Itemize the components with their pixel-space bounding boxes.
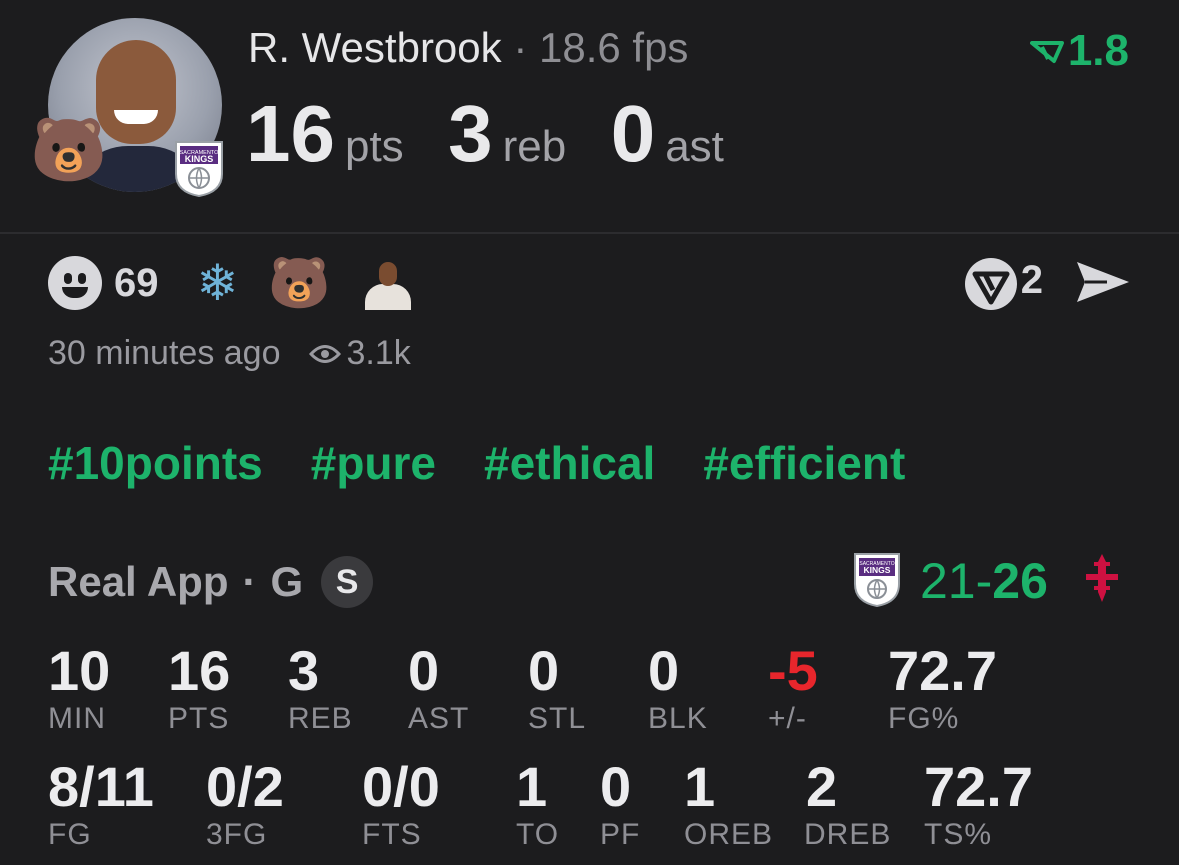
stat-label: FG: [48, 818, 92, 851]
view-count: 3.1k: [346, 334, 411, 372]
reb-value: 3: [448, 89, 493, 178]
send-icon[interactable]: [1073, 256, 1133, 308]
score-separator: -: [975, 553, 993, 609]
position-label: G: [270, 558, 304, 605]
score-away: 26: [992, 553, 1048, 609]
stat-label: BLK: [648, 702, 708, 735]
stat-ast: 0 AST: [408, 640, 469, 736]
snowflake-reaction-icon[interactable]: ❄: [197, 254, 239, 312]
headline-stats: 16 pts 3 reb 0 ast: [246, 88, 764, 180]
pts-value: 16: [246, 89, 335, 178]
stat-blk: 0 BLK: [648, 640, 708, 736]
stat-label: REB: [288, 702, 353, 735]
stat-value: 1: [516, 755, 548, 818]
stat-plus-minus: -5 +/-: [768, 640, 818, 736]
bear-reaction-icon[interactable]: 🐻: [268, 254, 330, 313]
stat-value: 1: [684, 755, 716, 818]
stat-label: TS%: [924, 818, 993, 851]
game-header: Real App · G S: [48, 556, 374, 608]
stat-value: 0: [528, 639, 560, 702]
hashtag-list: #10points #pure #ethical #efficient: [48, 436, 953, 490]
stat-label: FTS: [362, 818, 422, 851]
stat-label: TO: [516, 818, 560, 851]
reb-unit: reb: [502, 122, 567, 171]
ast-value: 0: [610, 89, 656, 178]
kings-logo-icon: SACRAMENTO KINGS: [175, 141, 223, 198]
stat-label: AST: [408, 702, 470, 735]
eye-icon: [308, 344, 341, 363]
app-name: Real App: [48, 558, 229, 605]
stat-label: +/-: [768, 702, 807, 735]
svg-text:KINGS: KINGS: [185, 154, 214, 164]
pts-unit: pts: [344, 122, 404, 171]
stat-stl: 0 STL: [528, 640, 586, 736]
stat-label: PTS: [168, 702, 230, 735]
hashtag[interactable]: #ethical: [484, 436, 655, 490]
bear-badge-icon: 🐻: [30, 116, 108, 185]
game-score[interactable]: 21-26: [920, 552, 1048, 610]
kings-logo-icon: SACRAMENTO KINGS: [854, 553, 900, 608]
stat-value: -5: [768, 639, 818, 702]
avatar-face: [96, 40, 176, 144]
stat-pf: 0 PF: [600, 756, 640, 852]
stat-fts: 0/0 FTS: [362, 756, 440, 852]
stat-fg-pct: 72.7 FG%: [888, 640, 997, 736]
stat-value: 10: [48, 639, 111, 702]
player-header: R. Westbrook · 18.6 fps: [248, 24, 688, 72]
separator-dot: ·: [242, 558, 257, 605]
stat-value: 0: [648, 639, 680, 702]
score-home: 21: [920, 553, 976, 609]
stat-reb: 3 REB: [288, 640, 353, 736]
hashtag[interactable]: #pure: [311, 436, 436, 490]
veto-icon[interactable]: [963, 256, 1019, 312]
stat-label: FG%: [888, 702, 960, 735]
stat-min: 10 MIN: [48, 640, 110, 736]
hashtag[interactable]: #efficient: [703, 436, 905, 490]
fps-value: 18.6 fps: [538, 24, 689, 71]
stat-label: OREB: [684, 818, 774, 851]
stat-3fg: 0/2 3FG: [206, 756, 284, 852]
stat-oreb: 1 OREB: [684, 756, 773, 852]
stat-value: 16: [168, 639, 231, 702]
stat-value: 3: [288, 639, 320, 702]
stat-ts-pct: 72.7 TS%: [924, 756, 1033, 852]
stat-pts: 16 PTS: [168, 640, 230, 736]
rockets-logo-icon: [1086, 554, 1118, 602]
stat-value: 0/0: [362, 755, 440, 818]
stat-value: 0: [408, 639, 440, 702]
stat-label: MIN: [48, 702, 106, 735]
rating-arrow-icon: [1029, 41, 1064, 64]
stat-value: 0: [600, 755, 632, 818]
stat-label: STL: [528, 702, 587, 735]
veto-count: 2: [1020, 258, 1043, 302]
starter-badge: S: [321, 556, 374, 608]
stat-value: 8/11: [48, 755, 154, 818]
ast-unit: ast: [665, 122, 724, 171]
player-name[interactable]: R. Westbrook: [248, 24, 502, 71]
stat-value: 0/2: [206, 755, 284, 818]
stat-dreb: 2 DREB: [804, 756, 891, 852]
section-divider: [0, 232, 1179, 234]
stat-label: DREB: [804, 818, 892, 851]
reactions-bar: 69 ❄ 🐻: [48, 254, 415, 312]
stat-fg: 8/11 FG: [48, 756, 154, 852]
stat-label: PF: [600, 818, 641, 851]
reaction-count: 69: [114, 260, 159, 305]
stat-value: 72.7: [924, 755, 1033, 818]
post-meta: 30 minutes ago 3.1k: [48, 334, 411, 373]
stat-label: 3FG: [206, 818, 268, 851]
smiley-reaction-icon[interactable]: [48, 256, 102, 310]
stat-value: 72.7: [888, 639, 997, 702]
rating-value: 1.8: [1067, 26, 1129, 75]
hashtag[interactable]: #10points: [48, 436, 263, 490]
stat-value: 2: [806, 755, 838, 818]
rating-badge[interactable]: 1.8: [1029, 26, 1129, 76]
time-ago: 30 minutes ago: [48, 334, 281, 372]
stat-to: 1 TO: [516, 756, 559, 852]
separator-dot: ·: [513, 24, 528, 71]
svg-text:KINGS: KINGS: [864, 565, 891, 575]
player-reaction-icon[interactable]: [361, 256, 415, 310]
